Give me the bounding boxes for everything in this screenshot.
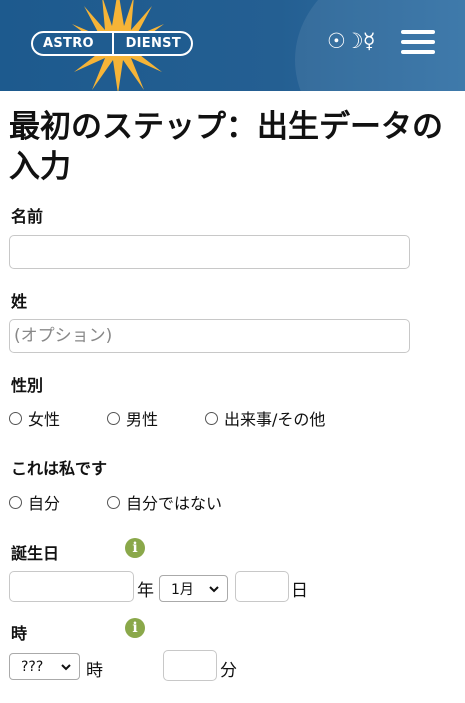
astrodienst-logo[interactable]: ASTRO DIENST (31, 31, 193, 56)
hour-selected-value: ??? (21, 658, 44, 675)
radio-circle-icon[interactable] (107, 495, 120, 509)
last-name-label: 姓 (11, 292, 28, 311)
gender-option-female[interactable]: 女性 (9, 406, 107, 430)
year-unit-label: 年 (137, 581, 154, 601)
radio-circle-icon[interactable] (9, 411, 22, 425)
radio-circle-icon[interactable] (205, 411, 218, 425)
day-unit-label: 日 (291, 581, 308, 601)
logo-text-astro: ASTRO (43, 36, 94, 51)
time-label: 時 (11, 624, 28, 643)
hour-unit-label: 時 (86, 661, 103, 681)
chevron-down-icon (209, 586, 219, 593)
radio-circle-icon[interactable] (9, 495, 22, 509)
gender-option-label: 女性 (28, 410, 61, 429)
gender-option-male[interactable]: 男性 (107, 406, 205, 430)
self-option-me[interactable]: 自分 (9, 490, 107, 514)
logo-divider (112, 31, 114, 56)
birthdate-label: 誕生日 (11, 544, 60, 563)
gender-option-event-other[interactable]: 出来事/その他 (205, 406, 325, 430)
menu-line (401, 50, 435, 54)
self-option-not-me[interactable]: 自分ではない (107, 490, 222, 514)
radio-circle-icon[interactable] (107, 411, 120, 425)
month-selected-value: 1月 (171, 581, 194, 598)
chevron-down-icon (61, 664, 71, 671)
minute-unit-label: 分 (220, 661, 237, 681)
header-decoration (295, 0, 465, 91)
last-name-input[interactable] (9, 319, 410, 353)
birth-day-input[interactable] (235, 571, 289, 602)
gender-radio-group: 女性 男性 出来事/その他 (9, 406, 325, 430)
birth-year-input[interactable] (9, 571, 134, 602)
logo-text-dienst: DIENST (125, 36, 181, 51)
birth-hour-select[interactable]: ??? (9, 653, 80, 680)
planet-symbols-icon: ☉☽☿ (327, 29, 376, 53)
self-label: これは私です (11, 459, 108, 478)
site-header: ASTRO DIENST ☉☽☿ (0, 0, 465, 91)
menu-line (401, 40, 435, 44)
birth-month-select[interactable]: 1月 (159, 575, 228, 602)
first-name-label: 名前 (11, 207, 44, 226)
gender-option-label: 男性 (126, 410, 159, 429)
gender-label: 性別 (11, 376, 44, 395)
self-option-label: 自分ではない (126, 494, 223, 513)
hamburger-menu-button[interactable] (401, 30, 435, 56)
birth-minute-input[interactable] (163, 650, 217, 681)
gender-option-label: 出来事/その他 (224, 410, 326, 429)
info-icon[interactable]: i (125, 618, 145, 638)
first-name-input[interactable] (9, 235, 410, 269)
info-icon[interactable]: i (125, 538, 145, 558)
self-radio-group: 自分 自分ではない (9, 490, 222, 514)
menu-line (401, 30, 435, 34)
self-option-label: 自分 (28, 494, 61, 513)
page-title: 最初のステップ：出生データの入力 (9, 109, 443, 185)
